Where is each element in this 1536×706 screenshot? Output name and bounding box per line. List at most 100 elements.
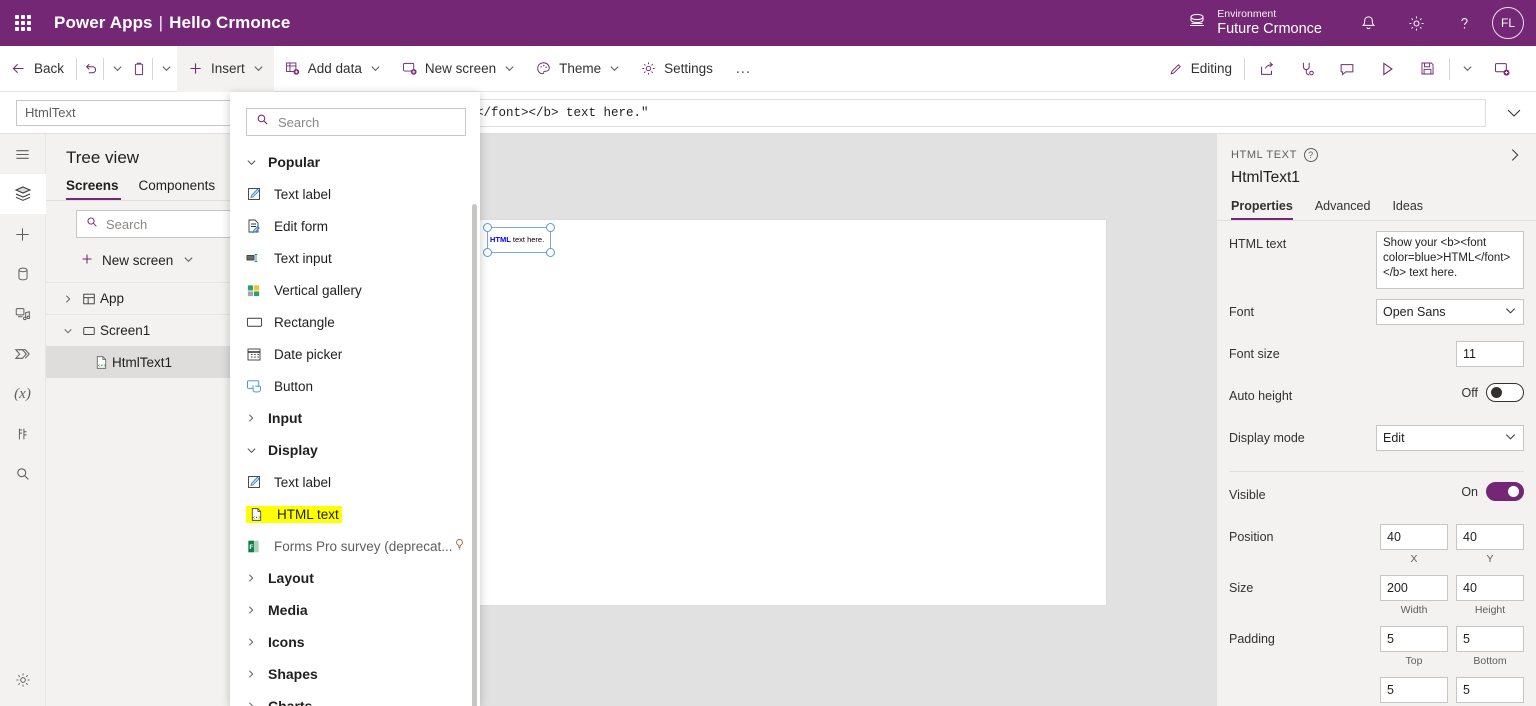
visible-toggle[interactable]	[1486, 482, 1524, 501]
rail-search-icon[interactable]	[0, 454, 46, 494]
insert-item-date-picker[interactable]: Date picker	[230, 338, 480, 370]
padding-left-input[interactable]: 5	[1380, 677, 1448, 703]
display-mode-select[interactable]: Edit	[1376, 425, 1524, 451]
padding-bottom-input[interactable]: 5	[1456, 626, 1524, 652]
add-data-button[interactable]: Add data	[274, 46, 391, 92]
insert-group-popular[interactable]: Popular	[230, 146, 480, 178]
insert-item-forms-pro-survey[interactable]: F Forms Pro survey (deprecat...	[230, 530, 480, 562]
padding-right-input[interactable]: 5	[1456, 677, 1524, 703]
rail-hamburger-menu-icon[interactable]	[0, 134, 46, 174]
rail-power-automate-icon[interactable]	[0, 334, 46, 374]
editing-mode-button[interactable]: Editing	[1158, 46, 1242, 92]
property-selector[interactable]: HtmlText	[16, 99, 246, 126]
insert-group-display[interactable]: Display	[230, 434, 480, 466]
auto-height-label: Auto height	[1229, 389, 1293, 403]
overflow-menu-button[interactable]: …	[723, 46, 764, 92]
insert-item-display-text-label[interactable]: Text label	[230, 466, 480, 498]
tab-screens[interactable]: Screens	[66, 178, 121, 200]
svg-text:<•>: <•>	[97, 362, 106, 368]
position-y-input[interactable]: 40	[1456, 524, 1524, 550]
insert-item-label: Text label	[274, 186, 332, 202]
insert-item-edit-form[interactable]: Edit form	[230, 210, 480, 242]
theme-button[interactable]: Theme	[525, 46, 630, 92]
rail-variables-icon[interactable]: (x)	[0, 374, 46, 414]
save-icon[interactable]	[1407, 46, 1447, 92]
undo-dropdown-chevron-icon[interactable]	[106, 46, 128, 92]
insert-search-input[interactable]: Search	[246, 108, 466, 136]
rail-media-icon[interactable]	[0, 294, 46, 334]
rail-insert-plus-icon[interactable]	[0, 214, 46, 254]
size-height-input[interactable]: 40	[1456, 575, 1524, 601]
svg-text:<•>: <•>	[252, 515, 261, 521]
help-icon[interactable]: ?	[1303, 148, 1318, 162]
rail-tree-view-icon[interactable]	[0, 174, 46, 214]
insert-group-layout[interactable]: Layout	[230, 562, 480, 594]
properties-control-type: HTML TEXT ?	[1231, 148, 1522, 162]
insert-group-charts[interactable]: Charts	[230, 690, 480, 706]
undo-button[interactable]	[79, 46, 101, 92]
padding-top-caption: Top	[1405, 655, 1423, 667]
environment-picker[interactable]: Environment Future Crmonce	[1187, 8, 1322, 38]
canvas-html-text-widget[interactable]: HTML text here.	[483, 223, 555, 257]
app-screen-canvas[interactable]: HTML text here.	[480, 220, 1106, 605]
settings-button[interactable]: Settings	[630, 46, 723, 92]
insert-panel-scrollbar[interactable]	[472, 204, 477, 706]
property-row-padding-top-bottom: Padding 5 Top 5 Bottom	[1229, 626, 1524, 667]
insert-item-html-text[interactable]: <•> HTML text	[230, 498, 480, 530]
preview-play-icon[interactable]	[1367, 46, 1407, 92]
insert-item-label: Text label	[274, 474, 332, 490]
insert-group-input[interactable]: Input	[230, 402, 480, 434]
insert-item-vertical-gallery[interactable]: Vertical gallery	[230, 274, 480, 306]
paste-dropdown-chevron-icon[interactable]	[155, 46, 177, 92]
comments-icon[interactable]	[1327, 46, 1367, 92]
paste-button[interactable]	[128, 46, 150, 92]
resize-handle-bottom-left[interactable]	[483, 248, 492, 257]
tab-properties[interactable]: Properties	[1231, 199, 1293, 220]
divider	[1244, 57, 1245, 80]
notifications-bell-icon[interactable]	[1344, 0, 1392, 46]
back-button[interactable]: Back	[0, 46, 74, 92]
insert-group-icons[interactable]: Icons	[230, 626, 480, 658]
insert-item-text-input[interactable]: Text input	[230, 242, 480, 274]
insert-group-shapes[interactable]: Shapes	[230, 658, 480, 690]
tab-components[interactable]: Components	[139, 178, 218, 200]
insert-item-button[interactable]: Button	[230, 370, 480, 402]
search-icon	[85, 215, 99, 234]
rail-app-checker-icon[interactable]	[0, 414, 46, 454]
rail-settings-gear-icon[interactable]	[0, 660, 46, 700]
share-icon[interactable]	[1247, 46, 1287, 92]
font-size-input[interactable]: 11	[1456, 341, 1524, 367]
save-dropdown-chevron-icon[interactable]	[1452, 46, 1482, 92]
resize-handle-bottom-right[interactable]	[546, 248, 555, 257]
padding-top-input[interactable]: 5	[1380, 626, 1448, 652]
insert-group-media[interactable]: Media	[230, 594, 480, 626]
rail-data-icon[interactable]	[0, 254, 46, 294]
tab-advanced[interactable]: Advanced	[1315, 199, 1371, 220]
padding-label: Padding	[1229, 632, 1275, 646]
user-avatar[interactable]: FL	[1492, 7, 1524, 39]
chevron-down-icon	[370, 63, 381, 74]
auto-height-toggle[interactable]	[1486, 383, 1524, 402]
app-checker-icon[interactable]	[1287, 46, 1327, 92]
resize-handle-top-left[interactable]	[483, 223, 492, 232]
chevron-right-icon[interactable]	[58, 294, 78, 304]
resize-handle-top-right[interactable]	[546, 223, 555, 232]
collapse-panel-chevron-icon[interactable]	[1506, 146, 1524, 169]
publish-icon[interactable]	[1482, 46, 1522, 92]
help-question-icon[interactable]	[1440, 0, 1488, 46]
insert-item-text-label[interactable]: Text label	[230, 178, 480, 210]
html-text-textarea[interactable]: Show your <b><font color=blue>HTML</font…	[1376, 231, 1524, 289]
font-select[interactable]: Open Sans	[1376, 299, 1524, 325]
app-launcher-waffle-icon[interactable]	[0, 0, 46, 46]
position-x-input[interactable]: 40	[1380, 524, 1448, 550]
settings-gear-icon[interactable]	[1392, 0, 1440, 46]
formula-bar-expand-chevron-icon[interactable]	[1492, 92, 1536, 134]
insert-flyout-panel: Search Popular Text label Edit form Text…	[230, 92, 480, 706]
chevron-down-icon[interactable]	[58, 326, 78, 336]
tab-ideas[interactable]: Ideas	[1392, 199, 1423, 220]
theme-label: Theme	[559, 61, 602, 76]
insert-button[interactable]: Insert	[177, 45, 274, 92]
insert-item-rectangle[interactable]: Rectangle	[230, 306, 480, 338]
size-width-input[interactable]: 200	[1380, 575, 1448, 601]
new-screen-button[interactable]: New screen	[391, 46, 525, 92]
